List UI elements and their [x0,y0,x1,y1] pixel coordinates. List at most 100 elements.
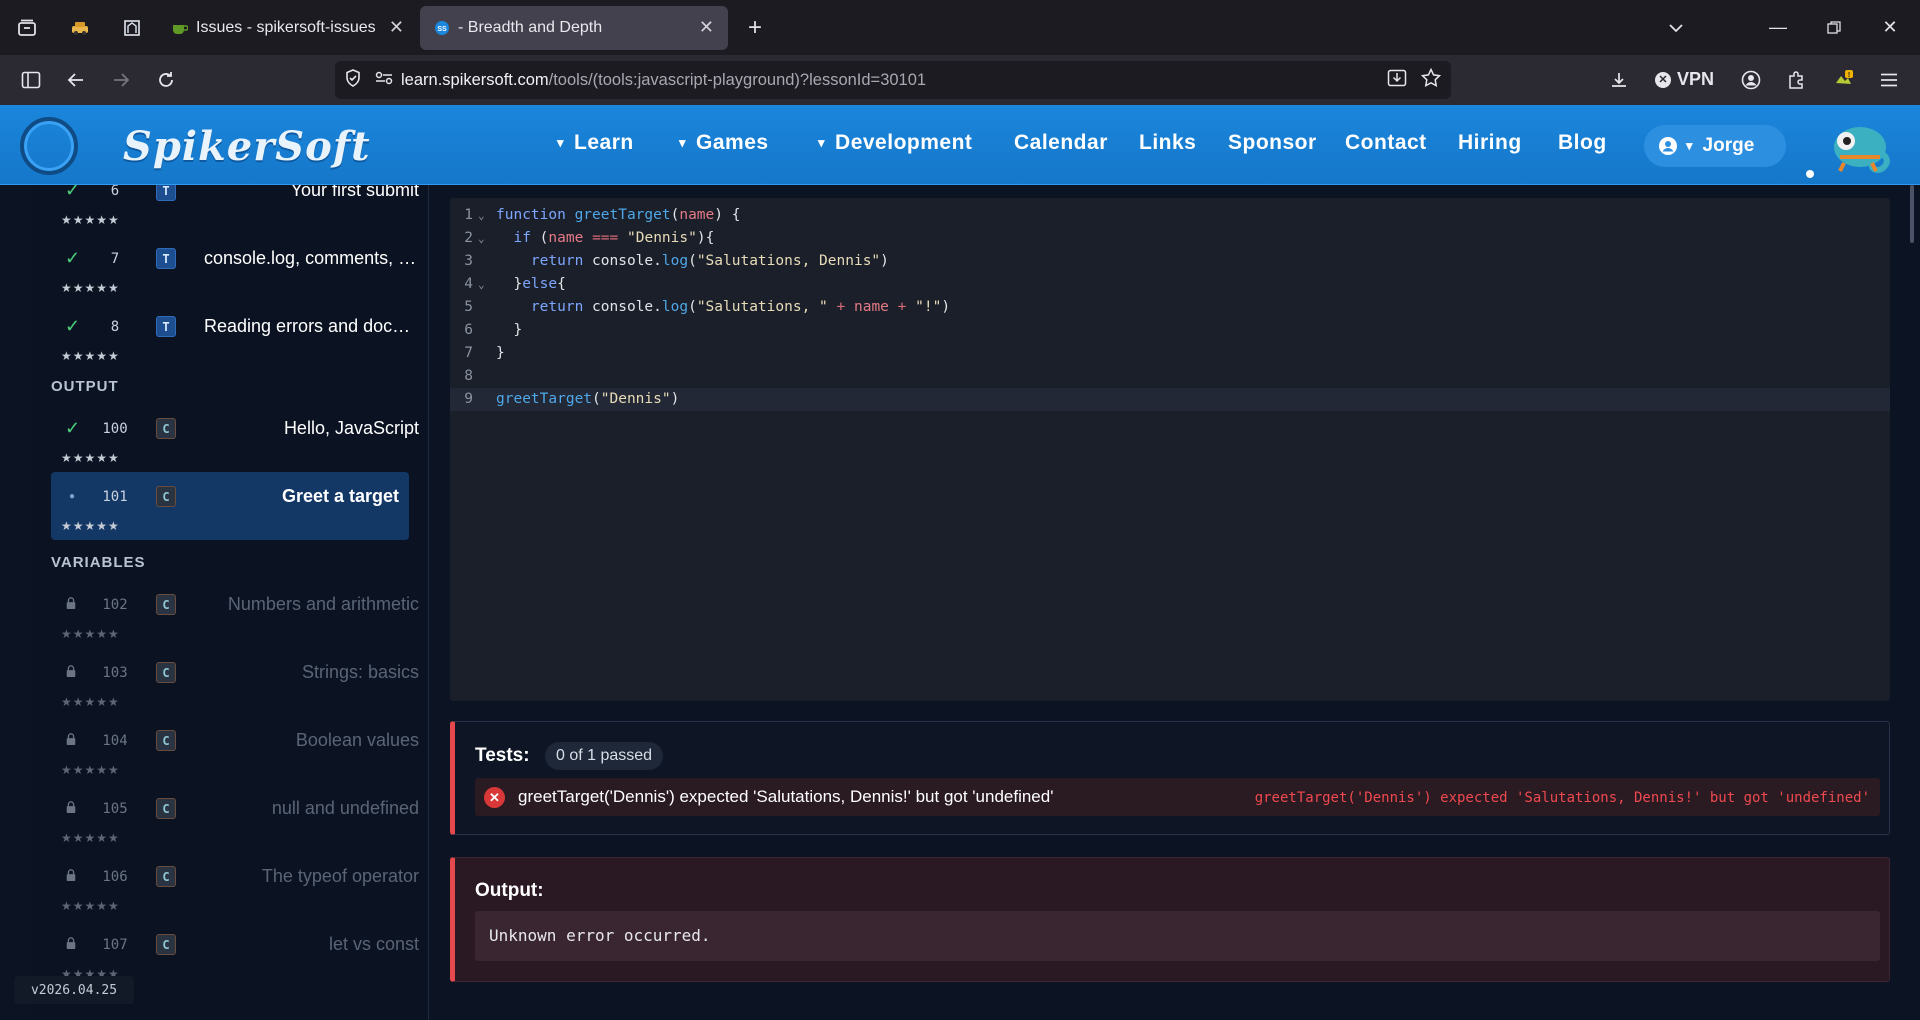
back-arrow-icon[interactable] [53,55,98,105]
tests-panel: Tests: 0 of 1 passed ✕ greetTarget('Denn… [450,721,1890,835]
lesson-number: 101 [102,489,128,505]
site-permissions-icon[interactable] [375,71,393,90]
lesson-title: The typeof operator [261,866,419,886]
code-line[interactable]: 6 } [450,319,1890,342]
nav-development[interactable]: ▾ Development [818,131,972,155]
lesson-number: 104 [102,733,128,749]
nav-sponsor[interactable]: Sponsor [1228,131,1317,155]
nav-label: Calendar [1014,131,1108,154]
browser-nav-bar: learn.spikersoft.com/tools/(tools:javasc… [0,55,1920,105]
star-rating: ★★★★★ [61,213,120,227]
lesson-item[interactable]: ✓ 100 C Hello, JavaScript ★★★★★ [31,404,428,472]
test-result-row: ✕ greetTarget('Dennis') expected 'Saluta… [475,778,1880,816]
user-menu-button[interactable]: ▾ Jorge [1644,125,1786,167]
line-number: 6 [464,322,473,338]
minimize-icon[interactable]: — [1750,0,1806,55]
lesson-type-badge: T [156,185,176,201]
tests-label: Tests: [475,745,530,766]
lesson-type-badge: C [156,934,176,955]
version-badge: v2026.04.25 [14,976,134,1004]
bookmark-star-icon[interactable] [1420,67,1442,92]
shield-icon[interactable] [345,68,361,92]
lesson-item-locked[interactable]: 102 C Numbers and arithmetic ★★★★★ [31,580,428,648]
code-text: }else{ [496,276,566,292]
output-text: Unknown error occurred. [489,926,711,945]
lesson-title: Hello, JavaScript [283,418,419,438]
nav-learn[interactable]: ▾ Learn [557,131,634,155]
fold-chevron-icon[interactable]: ⌄ [478,227,485,250]
line-number: 4 [464,276,473,292]
lesson-type-badge: C [156,662,176,683]
close-window-icon[interactable]: ✕ [1862,0,1918,55]
nav-calendar[interactable]: Calendar [1014,131,1108,155]
pinned-tab-taxi-icon[interactable] [54,0,106,55]
lesson-title: let vs const [328,934,419,954]
code-line[interactable]: 9 greetTarget("Dennis") [450,388,1890,411]
restore-icon[interactable] [1806,0,1862,55]
logo-ring-icon[interactable] [20,117,78,175]
page-scrollbar[interactable] [1910,185,1914,243]
close-tab-icon[interactable]: ✕ [687,17,714,38]
extensions-icon[interactable] [1773,55,1818,105]
lesson-item-locked[interactable]: 105 C null and undefined ★★★★★ [31,784,428,852]
lesson-item[interactable]: ✓ 6 T Your first submit ★★★★★ [31,185,428,234]
lesson-item-locked[interactable]: 106 C The typeof operator ★★★★★ [31,852,428,920]
output-box: Unknown error occurred. [475,911,1880,961]
pinned-tab-building-icon[interactable] [106,0,158,55]
star-rating: ★★★★★ [61,831,120,845]
sidebar-toggle-icon[interactable] [8,55,53,105]
lesson-item-locked[interactable]: 104 C Boolean values ★★★★★ [31,716,428,784]
chameleon-mascot-icon[interactable] [1826,113,1898,179]
site-logo-text[interactable]: SpikerSoft [123,123,371,170]
downloads-icon[interactable] [1596,55,1641,105]
reload-icon[interactable] [143,55,188,105]
nav-label: Games [696,131,769,154]
address-bar[interactable]: learn.spikersoft.com/tools/(tools:javasc… [335,61,1451,99]
lesson-item[interactable]: ✓ 8 T Reading errors and documentation ★… [31,302,428,370]
lesson-number: 103 [102,665,128,681]
code-text: } [496,345,505,361]
install-page-icon[interactable] [1387,69,1407,92]
tab-gitea-issues[interactable]: Issues - spikersoft-issues - Gitea ✕ [158,6,418,50]
nav-hiring[interactable]: Hiring [1458,131,1522,155]
line-number: 5 [464,299,473,315]
code-line[interactable]: 7} [450,342,1890,365]
nav-label: Blog [1558,131,1607,154]
code-line[interactable]: 3 return console.log("Salutations, Denni… [450,250,1890,273]
code-line[interactable]: 2 ⌄ if (name === "Dennis"){ [450,227,1890,250]
code-line[interactable]: 4 ⌄ }else{ [450,273,1890,296]
lesson-number: 8 [110,319,120,335]
star-rating: ★★★★★ [61,899,120,913]
check-icon: ✓ [65,248,81,268]
code-line[interactable]: 1 ⌄ function greetTarget(name) { [450,204,1890,227]
line-number: 2 [464,230,473,246]
lesson-item-locked[interactable]: 103 C Strings: basics ★★★★★ [31,648,428,716]
lesson-item-current[interactable]: ● 101 C Greet a target ★★★★★ [51,472,409,540]
account-icon[interactable] [1728,55,1773,105]
fold-chevron-icon[interactable]: ⌄ [478,273,485,296]
vpn-button[interactable]: ✕ VPN [1655,69,1714,90]
nav-label: Contact [1345,131,1427,154]
lesson-number: 102 [102,597,128,613]
tab-overview-icon[interactable] [0,0,54,55]
code-editor[interactable]: 1 ⌄ function greetTarget(name) {2 ⌄ if (nam… [450,198,1890,701]
new-tab-plus-icon[interactable]: + [728,0,782,55]
nav-links[interactable]: Links [1139,131,1196,155]
lesson-item[interactable]: ✓ 7 T console.log, comments, and basic s… [31,234,428,302]
fold-chevron-icon[interactable]: ⌄ [478,204,485,227]
svg-text:SS: SS [437,26,447,33]
close-tab-icon[interactable]: ✕ [377,17,404,38]
tab-breadth-and-depth[interactable]: SS - Breadth and Depth ✕ [420,5,728,50]
forward-arrow-icon[interactable] [98,55,143,105]
extension-alert-icon[interactable]: ! [1820,55,1865,105]
lesson-type-badge: T [156,316,176,337]
nav-games[interactable]: ▾ Games [679,131,769,155]
code-line[interactable]: 8 [450,365,1890,388]
nav-contact[interactable]: Contact [1345,131,1427,155]
lesson-title: null and undefined [271,798,419,818]
code-line[interactable]: 5 return console.log("Salutations, " + n… [450,296,1890,319]
list-tabs-chevron-icon[interactable] [1648,0,1704,55]
url-text[interactable]: learn.spikersoft.com/tools/(tools:javasc… [401,71,926,90]
menu-hamburger-icon[interactable] [1866,55,1911,105]
nav-blog[interactable]: Blog [1558,131,1607,155]
